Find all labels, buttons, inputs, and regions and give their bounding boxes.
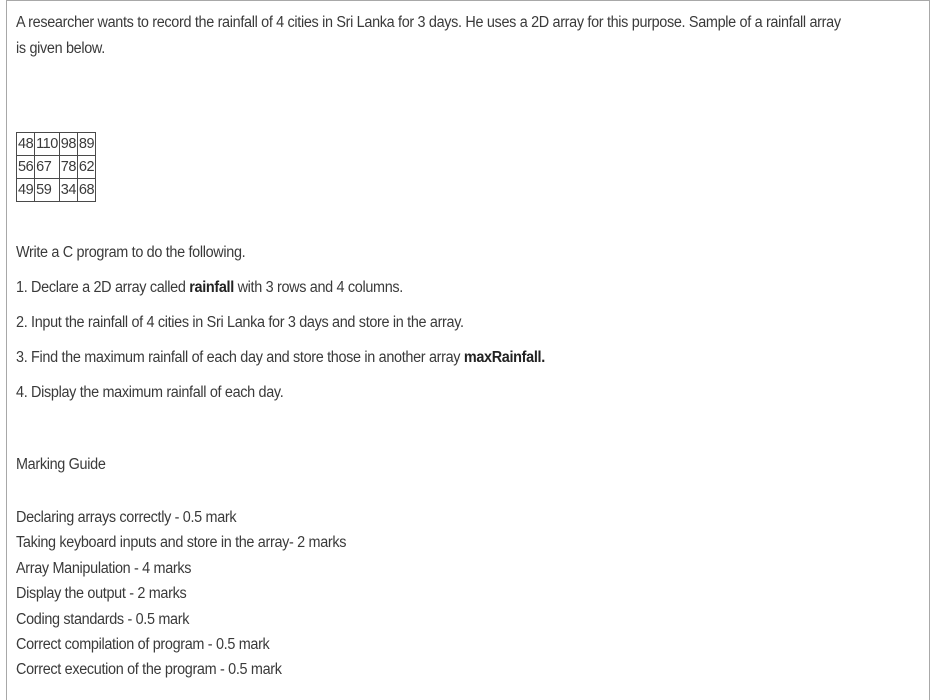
instruction-list: Write a C program to do the following. 1… — [16, 240, 545, 415]
marking-guide-list: Declaring arrays correctly - 0.5 mark Ta… — [16, 505, 346, 683]
table-cell: 49 — [15, 178, 36, 202]
table-cell: 78 — [58, 155, 78, 179]
marking-guide-item: Correct compilation of program - 0.5 mar… — [16, 635, 270, 653]
question-intro: A researcher wants to record the rainfal… — [16, 14, 841, 57]
table-cell: 59 — [34, 178, 60, 202]
table-cell: 62 — [76, 155, 97, 179]
table-cell: 48 — [15, 132, 36, 156]
instruction-item: 1. Declare a 2D array called rainfall wi… — [16, 275, 545, 310]
table-cell: 110 — [34, 132, 60, 156]
marking-guide-title: Marking Guide — [16, 456, 106, 473]
instruction-lead: Write a C program to do the following. — [16, 244, 246, 261]
question-text: A researcher wants to record the rainfal… — [16, 10, 853, 62]
instruction-text: with 3 rows and 4 columns. — [233, 279, 404, 296]
rainfall-sample-table: 48 110 98 89 56 67 78 62 49 59 34 68 — [15, 132, 97, 202]
table-cell: 98 — [58, 132, 78, 156]
instruction-text: 1. Declare a 2D array called — [16, 279, 190, 296]
table-row: 48 110 98 89 — [15, 132, 97, 156]
marking-guide-item: Array Manipulation - 4 marks — [16, 559, 192, 577]
table-cell: 34 — [58, 178, 78, 202]
array-name-maxrainfall: maxRainfall. — [463, 349, 545, 366]
table-cell: 68 — [76, 178, 97, 202]
table-cell: 56 — [15, 155, 36, 179]
instruction-item: 2. Input the rainfall of 4 cities in Sri… — [16, 314, 464, 331]
marking-guide-item: Taking keyboard inputs and store in the … — [16, 534, 347, 552]
instruction-item: 3. Find the maximum rainfall of each day… — [16, 345, 545, 380]
table-row: 56 67 78 62 — [15, 155, 97, 179]
table-row: 49 59 34 68 — [15, 178, 97, 202]
table-cell: 67 — [34, 155, 60, 179]
instruction-item: 4. Display the maximum rainfall of each … — [16, 384, 284, 401]
marking-guide-item: Correct execution of the program - 0.5 m… — [16, 661, 282, 679]
instruction-text: 3. Find the maximum rainfall of each day… — [16, 349, 464, 366]
marking-guide-item: Display the output - 2 marks — [16, 585, 187, 603]
marking-guide-item: Coding standards - 0.5 mark — [16, 610, 190, 628]
marking-guide-item: Declaring arrays correctly - 0.5 mark — [16, 509, 237, 526]
array-name-rainfall: rainfall — [189, 279, 234, 296]
table-cell: 89 — [76, 132, 97, 156]
